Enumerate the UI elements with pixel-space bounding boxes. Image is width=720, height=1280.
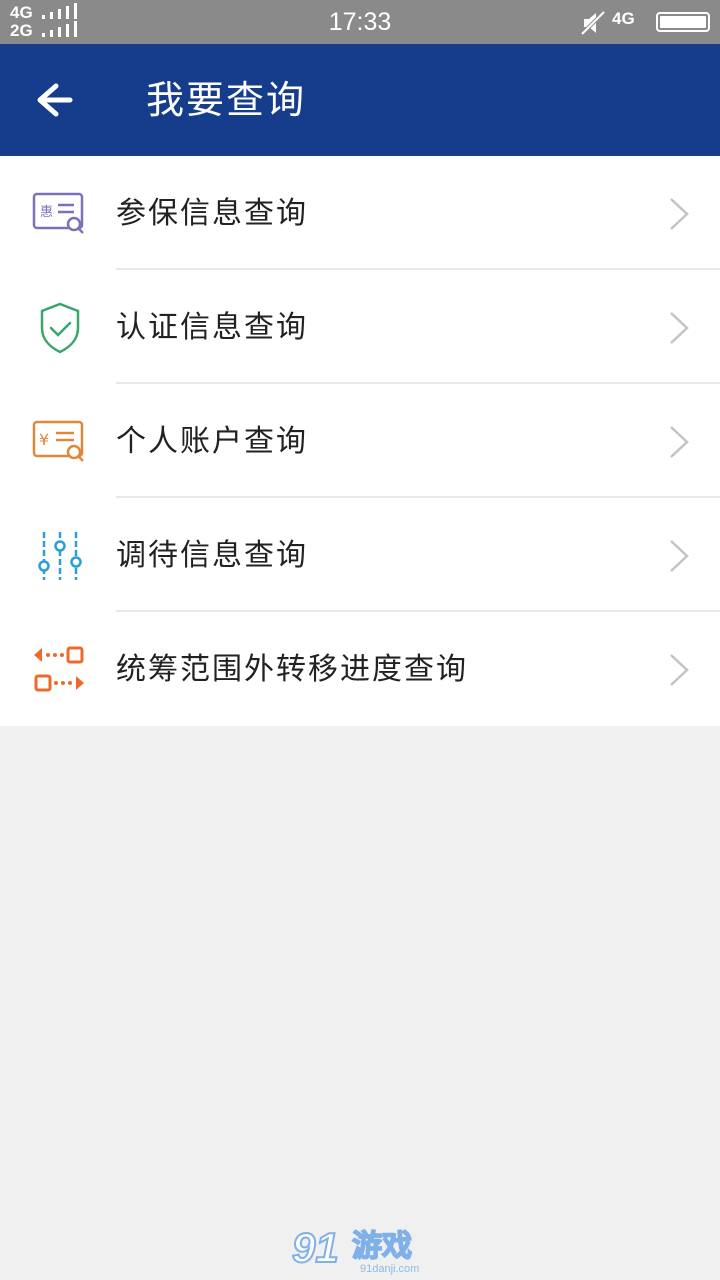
app-header: 我要查询 bbox=[0, 44, 720, 156]
watermark-site: 91danji.com bbox=[360, 1263, 419, 1275]
query-menu: 惠 参保信息查询 认证信息查询 ¥ 个人账户查询 调待信息查询 统筹范围外转移进… bbox=[0, 156, 720, 726]
sliders-icon bbox=[38, 532, 82, 580]
menu-item-label: 参保信息查询 bbox=[116, 196, 308, 231]
status-right-group: 4G bbox=[580, 6, 710, 38]
menu-item-personal-account[interactable]: ¥ 个人账户查询 bbox=[0, 384, 720, 498]
chevron-right-icon bbox=[670, 198, 689, 230]
back-arrow-icon[interactable] bbox=[30, 80, 82, 120]
menu-item-label: 统筹范围外转移进度查询 bbox=[116, 652, 468, 687]
svg-text:¥: ¥ bbox=[39, 430, 49, 449]
yuan-account-search-icon: ¥ bbox=[32, 420, 84, 462]
watermark-brand: 游戏 bbox=[352, 1229, 412, 1264]
transfer-icon bbox=[34, 646, 84, 692]
menu-item-transfer-progress[interactable]: 统筹范围外转移进度查询 bbox=[0, 612, 720, 726]
page-title: 我要查询 bbox=[146, 78, 307, 122]
mute-icon bbox=[580, 10, 606, 36]
menu-item-label: 个人账户查询 bbox=[116, 424, 308, 459]
chevron-right-icon bbox=[670, 312, 689, 344]
menu-item-benefit-adjustment[interactable]: 调待信息查询 bbox=[0, 498, 720, 612]
svg-text:惠: 惠 bbox=[40, 205, 53, 220]
menu-item-label: 调待信息查询 bbox=[116, 538, 308, 573]
chevron-right-icon bbox=[670, 540, 689, 572]
chevron-right-icon bbox=[670, 654, 689, 686]
menu-item-insured-info[interactable]: 惠 参保信息查询 bbox=[0, 156, 720, 270]
battery-icon bbox=[656, 12, 710, 32]
network-type-right: 4G bbox=[612, 9, 635, 28]
menu-item-certification-info[interactable]: 认证信息查询 bbox=[0, 270, 720, 384]
site-watermark-logo: 91 游戏 91danji.com bbox=[291, 1223, 419, 1275]
status-bar: 4G 2G 17:33 4G bbox=[0, 0, 720, 44]
menu-item-label: 认证信息查询 bbox=[116, 310, 308, 345]
insured-info-search-icon: 惠 bbox=[32, 192, 84, 234]
battery-level bbox=[660, 16, 706, 28]
watermark-number: 91 bbox=[292, 1224, 339, 1271]
shield-check-icon bbox=[40, 302, 80, 354]
chevron-right-icon bbox=[670, 426, 689, 458]
